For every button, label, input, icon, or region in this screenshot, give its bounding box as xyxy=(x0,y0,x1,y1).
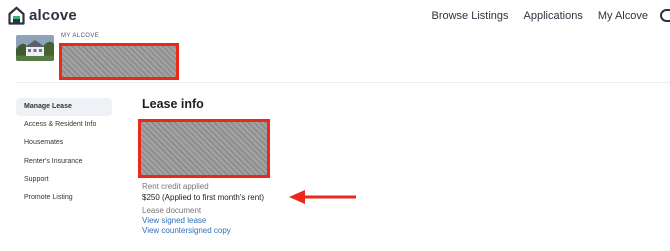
sidebar-item-renters-insurance[interactable]: Renter's Insurance xyxy=(16,153,112,171)
top-nav-links: Browse Listings Applications My Alcove xyxy=(416,9,670,22)
sidebar: Manage Lease Access & Resident Info Hous… xyxy=(16,98,112,207)
nav-browse-listings[interactable]: Browse Listings xyxy=(431,10,508,22)
redacted-property-name xyxy=(59,43,179,80)
nav-applications[interactable]: Applications xyxy=(524,10,583,22)
sidebar-item-manage-lease[interactable]: Manage Lease xyxy=(16,98,112,116)
brand-name: alcove xyxy=(29,7,77,24)
nav-my-alcove[interactable]: My Alcove xyxy=(598,10,648,22)
page-title: Lease info xyxy=(142,97,204,111)
alcove-logo[interactable]: alcove xyxy=(8,6,77,25)
house-logo-icon xyxy=(8,6,25,25)
rent-credit-label: Rent credit applied xyxy=(142,182,209,191)
sidebar-item-housemates[interactable]: Housemates xyxy=(16,134,112,152)
view-signed-lease-link[interactable]: View signed lease xyxy=(142,216,206,225)
sidebar-item-support[interactable]: Support xyxy=(16,171,112,189)
rent-credit-value: $250 (Applied to first month's rent) xyxy=(142,193,265,202)
user-avatar-icon[interactable] xyxy=(660,9,670,22)
view-countersigned-copy-link[interactable]: View countersigned copy xyxy=(142,226,231,235)
header-divider xyxy=(16,82,670,83)
top-navigation-bar: alcove Browse Listings Applications My A… xyxy=(0,0,670,32)
sidebar-item-promote-listing[interactable]: Promote Listing xyxy=(16,189,112,207)
property-thumbnail xyxy=(16,35,54,61)
sidebar-item-access-resident-info[interactable]: Access & Resident Info xyxy=(16,116,112,134)
annotation-arrow-icon xyxy=(289,190,356,204)
property-eyebrow: MY ALCOVE xyxy=(61,33,100,39)
redacted-lease-details xyxy=(138,119,270,178)
lease-document-label: Lease document xyxy=(142,206,202,215)
